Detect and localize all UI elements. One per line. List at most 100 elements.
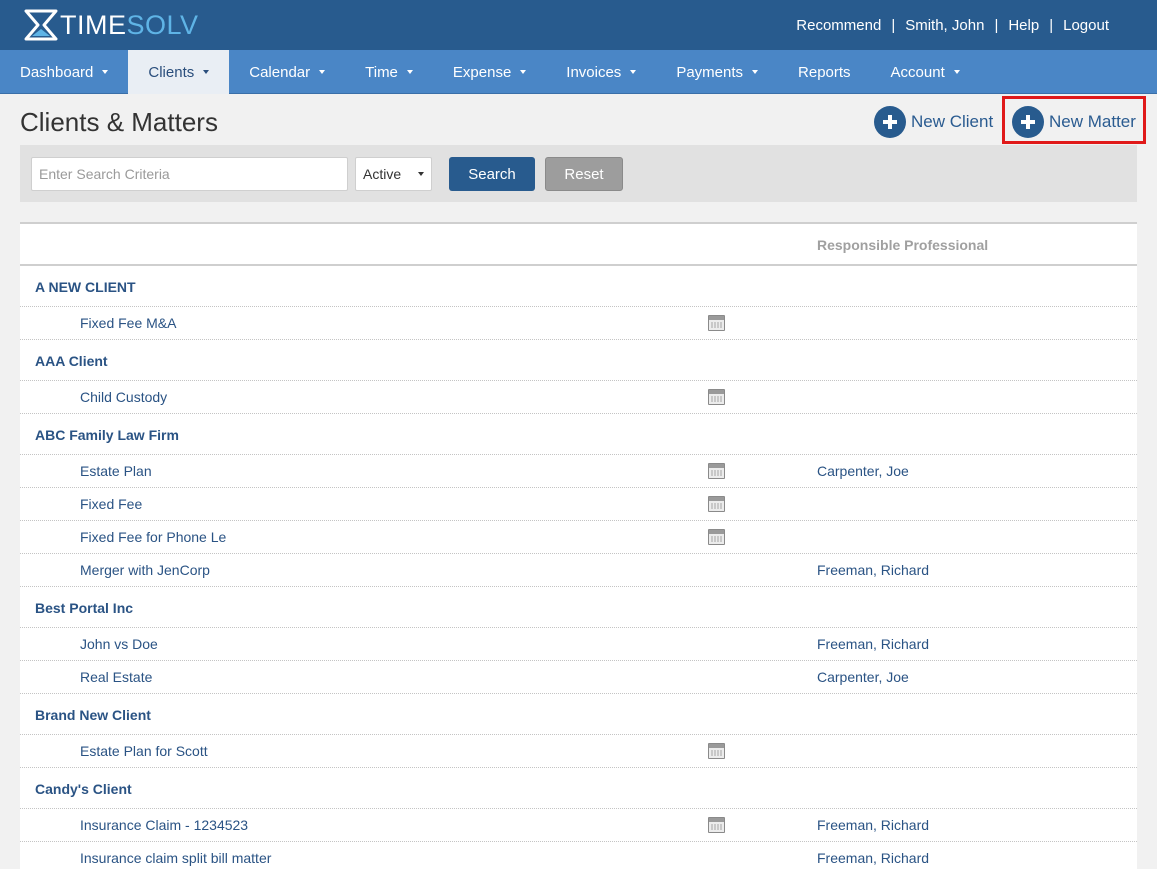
nav-item-time[interactable]: Time — [345, 50, 433, 94]
nav-item-account[interactable]: Account — [871, 50, 980, 94]
nav-item-invoices[interactable]: Invoices — [546, 50, 656, 94]
separator: | — [1049, 16, 1054, 34]
matter-row: Child Custody — [20, 381, 1137, 414]
matter-name-link[interactable]: Estate Plan — [80, 463, 152, 479]
plus-circle-icon — [1012, 106, 1044, 138]
responsible-professional: Freeman, Richard — [817, 817, 930, 833]
client-row: AAA Client — [20, 340, 1137, 381]
calendar-icon[interactable] — [708, 463, 725, 479]
matter-name-link[interactable]: Insurance Claim - 1234523 — [80, 817, 248, 833]
responsible-professional: Carpenter, Joe — [817, 669, 909, 685]
calendar-icon[interactable] — [708, 389, 725, 405]
matter-row: Fixed Fee for Phone Le — [20, 521, 1137, 554]
chevron-down-icon — [102, 70, 109, 74]
chevron-down-icon — [630, 70, 637, 74]
help-link[interactable]: Help — [1008, 17, 1039, 34]
nav-item-label: Time — [365, 63, 398, 81]
timesolv-logo[interactable]: TIMESOLV — [24, 8, 199, 42]
nav-item-clients[interactable]: Clients — [128, 50, 230, 94]
client-name[interactable]: Best Portal Inc — [35, 600, 133, 616]
utility-links: Recommend | Smith, John | Help | Logout — [796, 0, 1109, 50]
matter-name-link[interactable]: Insurance claim split bill matter — [80, 850, 271, 866]
separator: | — [891, 16, 896, 34]
nav-item-label: Account — [890, 63, 945, 81]
responsible-professional: Freeman, Richard — [817, 850, 930, 866]
logout-link[interactable]: Logout — [1063, 17, 1109, 34]
responsible-professional: Freeman, Richard — [817, 636, 930, 652]
nav-item-reports[interactable]: Reports — [778, 50, 871, 94]
client-row: Best Portal Inc — [20, 587, 1137, 628]
user-name-link[interactable]: Smith, John — [905, 17, 984, 34]
matter-row: Fixed Fee M&A — [20, 307, 1137, 340]
client-name[interactable]: Candy's Client — [35, 781, 132, 797]
nav-item-label: Invoices — [566, 63, 622, 81]
recommend-link[interactable]: Recommend — [796, 17, 881, 34]
matter-name-link[interactable]: Fixed Fee — [80, 496, 142, 512]
client-row: Brand New Client — [20, 694, 1137, 735]
matter-row: Real Estate Carpenter, Joe — [20, 661, 1137, 694]
table-body: A NEW CLIENT Fixed Fee M&A AAA Client Child… — [20, 266, 1137, 869]
client-row: Candy's Client — [20, 768, 1137, 809]
chevron-down-icon — [406, 70, 413, 74]
plus-circle-icon — [874, 106, 906, 138]
search-input[interactable] — [31, 157, 348, 191]
chevron-down-icon — [953, 70, 960, 74]
clients-table: Responsible Professional A NEW CLIENT Fix… — [20, 222, 1137, 869]
chevron-down-icon — [319, 70, 326, 74]
calendar-icon[interactable] — [708, 817, 725, 833]
nav-item-expense[interactable]: Expense — [433, 50, 546, 94]
client-row: A NEW CLIENT — [20, 266, 1137, 307]
hourglass-logo-icon — [24, 9, 58, 41]
separator: | — [994, 16, 999, 34]
matter-row: Fixed Fee — [20, 488, 1137, 521]
status-select[interactable]: Active — [355, 157, 432, 191]
matter-row: Insurance claim split bill matter Freeman… — [20, 842, 1137, 869]
matter-name-link[interactable]: Estate Plan for Scott — [80, 743, 208, 759]
top-header: TIMESOLV Recommend | Smith, John | Help … — [0, 0, 1157, 50]
chevron-down-icon — [520, 70, 527, 74]
matter-row: John vs Doe Freeman, Richard — [20, 628, 1137, 661]
search-button[interactable]: Search — [449, 157, 535, 191]
matter-name-link[interactable]: Real Estate — [80, 669, 152, 685]
new-matter-button[interactable]: New Matter — [1012, 106, 1136, 138]
calendar-icon[interactable] — [708, 529, 725, 545]
new-matter-label: New Matter — [1049, 112, 1136, 131]
chevron-down-icon — [418, 172, 424, 176]
chevron-down-icon — [203, 70, 210, 74]
matter-name-link[interactable]: Fixed Fee for Phone Le — [80, 529, 226, 545]
calendar-icon[interactable] — [708, 496, 725, 512]
column-header-professional: Responsible Professional — [817, 237, 989, 253]
client-name[interactable]: ABC Family Law Firm — [35, 427, 179, 443]
matter-name-link[interactable]: Child Custody — [80, 389, 167, 405]
nav-item-label: Reports — [798, 63, 851, 81]
matter-name-link[interactable]: Fixed Fee M&A — [80, 315, 176, 331]
nav-item-label: Calendar — [249, 63, 311, 81]
nav-item-label: Clients — [148, 63, 195, 81]
nav-item-dashboard[interactable]: Dashboard — [0, 50, 128, 94]
status-select-value: Active — [363, 166, 402, 182]
reset-button[interactable]: Reset — [545, 157, 623, 191]
nav-item-payments[interactable]: Payments — [656, 50, 778, 94]
new-client-button[interactable]: New Client — [874, 106, 993, 138]
main-nav: Dashboard Clients Calendar Time Expense Invoi… — [0, 50, 1157, 94]
client-name[interactable]: Brand New Client — [35, 707, 151, 723]
new-client-label: New Client — [911, 112, 994, 131]
table-header: Responsible Professional — [20, 224, 1137, 266]
client-name[interactable]: AAA Client — [35, 353, 108, 369]
responsible-professional: Freeman, Richard — [817, 562, 930, 578]
responsible-professional: Carpenter, Joe — [817, 463, 909, 479]
matter-name-link[interactable]: Merger with JenCorp — [80, 562, 210, 578]
matter-name-link[interactable]: John vs Doe — [80, 636, 158, 652]
client-row: ABC Family Law Firm — [20, 414, 1137, 455]
logo-text: TIMESOLV — [60, 9, 199, 40]
matter-row: Estate Plan for Scott — [20, 735, 1137, 768]
nav-item-label: Dashboard — [20, 63, 94, 81]
client-name[interactable]: A NEW CLIENT — [35, 279, 136, 295]
calendar-icon[interactable] — [708, 743, 725, 759]
nav-item-calendar[interactable]: Calendar — [229, 50, 345, 94]
chevron-down-icon — [752, 70, 759, 74]
matter-row: Merger with JenCorp Freeman, Richard — [20, 554, 1137, 587]
calendar-icon[interactable] — [708, 315, 725, 331]
search-panel: Active Search Reset — [20, 145, 1137, 202]
matter-row: Estate Plan Carpenter, Joe — [20, 455, 1137, 488]
